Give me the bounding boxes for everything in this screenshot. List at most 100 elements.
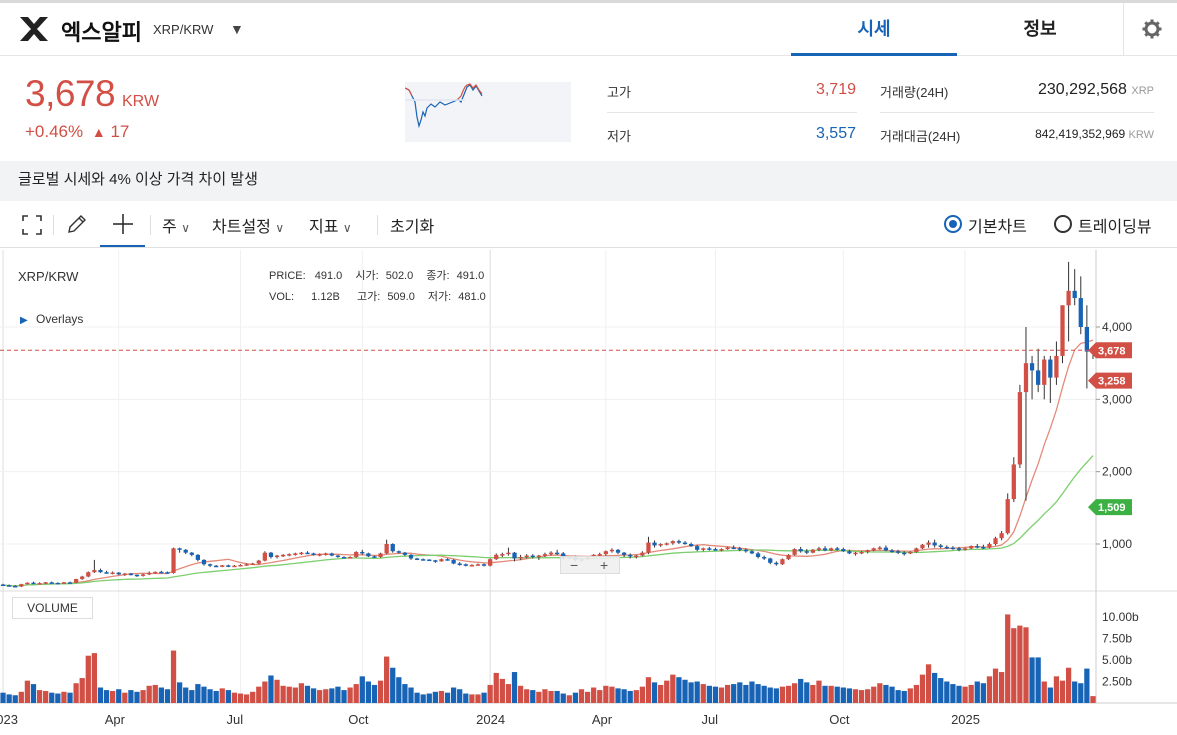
candle-body (1084, 327, 1089, 352)
volume-bar (706, 685, 712, 703)
volume-bar (785, 685, 792, 703)
price-axis-label: 3,000 (1102, 392, 1132, 406)
volume-bar (189, 690, 195, 703)
low-label: 저가 (607, 129, 631, 144)
candle-body (232, 565, 237, 568)
basic-chart-radio[interactable] (944, 215, 962, 233)
indicators-menu[interactable]: 지표 ∨ (309, 213, 352, 237)
volume-bar (170, 650, 177, 703)
candle-body (932, 542, 937, 546)
time-axis-label: Jul (227, 712, 244, 727)
coin-dropdown-icon[interactable]: ▼ (230, 21, 244, 37)
candle-body (548, 552, 554, 555)
candle-body (731, 547, 736, 550)
candle-body (201, 559, 207, 565)
volume-bar (980, 683, 986, 703)
volume-bar (201, 686, 207, 703)
volume-axis-label: 2.50b (1102, 675, 1132, 689)
volume-bar (907, 688, 913, 703)
volume-bar (377, 680, 384, 703)
divider (53, 215, 54, 235)
candle-body (305, 552, 310, 555)
volume-bar (761, 685, 767, 703)
volume-bar (834, 686, 840, 703)
triangle-right-icon: ▶ (20, 315, 28, 326)
price-chart[interactable]: 1,000 2,000 3,000 4,000 2.50b 5.00b 7.50b 10.00… (0, 250, 1177, 735)
candle-body (494, 554, 499, 560)
volume-bar (974, 681, 980, 703)
volume-bar (286, 686, 292, 703)
volume-bar (463, 693, 469, 703)
coin-pair[interactable]: XRP/KRW (153, 22, 213, 37)
volume-bar (402, 684, 408, 703)
candle-body (530, 555, 535, 558)
volume-bar (1005, 614, 1011, 703)
candle-body (914, 548, 919, 552)
fullscreen-icon[interactable] (22, 215, 42, 235)
volume-bar (938, 678, 944, 703)
tab-info[interactable]: 정보 (957, 3, 1123, 56)
volume-bar (919, 674, 926, 703)
volume-bar (627, 690, 633, 703)
candle-body (555, 552, 560, 555)
volume-bar (390, 667, 396, 703)
pencil-icon[interactable] (66, 213, 88, 235)
zoom-in-icon[interactable]: + (600, 557, 608, 573)
candle-body (518, 557, 523, 559)
volume-bar (225, 690, 231, 703)
chart-settings-label: 차트설정 (212, 219, 271, 236)
volume-bar (140, 690, 146, 703)
candle-body (457, 563, 462, 566)
volume-bar (743, 684, 749, 703)
zoom-out-icon[interactable]: − (570, 557, 578, 573)
low-value: 481.0 (458, 291, 486, 303)
candle-body (177, 548, 182, 550)
volume-bar (317, 690, 323, 703)
volume-button[interactable]: VOLUME (12, 597, 93, 619)
period-label: 주 (162, 219, 177, 236)
candle-body (950, 547, 956, 550)
settings-button[interactable] (1123, 3, 1177, 56)
vol-value: 1.12B (311, 291, 340, 303)
volume-bar (499, 678, 505, 703)
candle-body (774, 562, 779, 565)
volume-bar (956, 685, 962, 703)
candle-body (902, 552, 907, 555)
candle-body (652, 542, 657, 546)
candle-body (889, 550, 895, 553)
candle-body (865, 550, 870, 553)
reset-button[interactable]: 초기화 (390, 213, 434, 237)
volume-bar (256, 686, 262, 703)
candle-body (1048, 359, 1053, 378)
basic-chart-label[interactable]: 기본차트 (968, 213, 1027, 237)
candle-body (238, 564, 243, 567)
moving-average-short-line (2, 339, 1094, 587)
volume-bar (542, 689, 548, 703)
vol-label: VOL: (269, 291, 295, 303)
volume-bar (1084, 668, 1090, 703)
crosshair-tool[interactable] (100, 201, 145, 247)
tradingview-label[interactable]: 트레이딩뷰 (1078, 213, 1152, 237)
volume-bar (810, 684, 816, 703)
tradingview-radio[interactable] (1054, 215, 1072, 233)
volume-bar (49, 692, 55, 703)
volume-bar (30, 684, 37, 703)
chart-settings-menu[interactable]: 차트설정 ∨ (212, 213, 284, 237)
candle-body (695, 546, 700, 550)
tab-quote[interactable]: 시세 (791, 3, 957, 56)
candle-body (615, 549, 621, 553)
zoom-controls[interactable]: − + (560, 556, 620, 574)
candle-body (883, 547, 889, 551)
candle-body (49, 582, 54, 584)
overlays-toggle[interactable]: ▶ Overlays (20, 312, 83, 326)
period-select[interactable]: 주 ∨ (162, 213, 190, 237)
candle-body (396, 551, 401, 553)
volume-bar (450, 687, 457, 703)
volume-bar (846, 688, 853, 703)
candle-body (640, 552, 645, 556)
candle-body (682, 542, 688, 545)
price-change: +0.46% ▲ 17 (25, 122, 129, 142)
price-badge-label: 3,258 (1098, 376, 1126, 388)
crosshair-icon (113, 214, 133, 234)
coin-name[interactable]: 엑스알피 (61, 15, 142, 47)
